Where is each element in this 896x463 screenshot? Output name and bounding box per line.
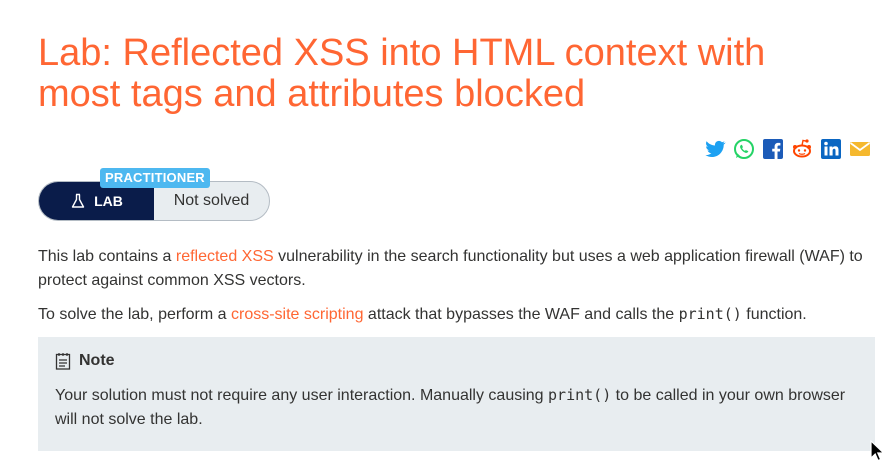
lab-objective: To solve the lab, perform a cross-site s…	[38, 305, 807, 323]
print-code: print()	[678, 305, 742, 323]
email-icon[interactable]	[848, 137, 872, 161]
share-bar	[703, 137, 872, 161]
note-box: Note Your solution must not require any …	[38, 337, 875, 451]
note-header: Note	[55, 352, 115, 370]
mouse-cursor-icon	[870, 440, 884, 462]
note-body: Your solution must not require any user …	[55, 386, 846, 428]
facebook-icon[interactable]	[761, 137, 785, 161]
lab-description: This lab contains a reflected XSS vulner…	[38, 248, 863, 289]
cross-site-scripting-link[interactable]: cross-site scripting	[231, 306, 363, 323]
lab-title: Lab: Reflected XSS into HTML context wit…	[38, 32, 766, 115]
note-print-code: print()	[548, 386, 612, 404]
note-title: Note	[79, 352, 115, 369]
flask-icon	[70, 193, 86, 209]
lab-type-label: LAB	[94, 193, 123, 209]
whatsapp-icon[interactable]	[732, 137, 756, 161]
reflected-xss-link[interactable]: reflected XSS	[176, 248, 274, 265]
level-tag: PRACTITIONER	[100, 168, 210, 188]
notepad-icon	[55, 352, 71, 370]
twitter-icon[interactable]	[703, 137, 727, 161]
linkedin-icon[interactable]	[819, 137, 843, 161]
reddit-icon[interactable]	[790, 137, 814, 161]
